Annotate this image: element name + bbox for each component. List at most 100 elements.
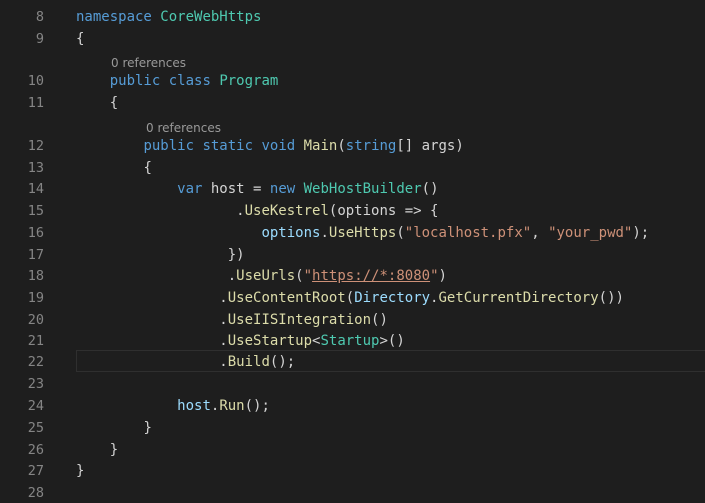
close-lambda: }) bbox=[227, 247, 245, 263]
code-line-19[interactable]: .UseContentRoot(Directory.GetCurrentDire… bbox=[76, 287, 624, 309]
dot: . bbox=[236, 203, 245, 219]
dot: . bbox=[219, 312, 228, 328]
code-line-20[interactable]: .UseIISIntegration() bbox=[76, 309, 388, 331]
code-line-21[interactable]: .UseStartup<Startup>() bbox=[76, 330, 405, 352]
url-link[interactable]: https://*:8080 bbox=[312, 268, 430, 284]
open-brace: { bbox=[109, 95, 119, 111]
line-number[interactable]: 8 bbox=[0, 7, 44, 27]
double-close-paren: ()) bbox=[598, 290, 624, 306]
codelens-method-references[interactable]: 0 references bbox=[146, 120, 221, 136]
code-line-10[interactable]: public class Program bbox=[76, 70, 279, 92]
close-paren-semicolon: ); bbox=[632, 225, 650, 241]
code-line-16[interactable]: options.UseHttps("localhost.pfx", "your_… bbox=[76, 222, 649, 244]
line-number[interactable]: 18 bbox=[0, 266, 44, 286]
line-number[interactable]: 16 bbox=[0, 223, 44, 243]
close-brace: } bbox=[109, 442, 119, 458]
string-pfx: "localhost.pfx" bbox=[404, 225, 532, 241]
type-startup: Startup bbox=[320, 333, 380, 349]
parens: () bbox=[371, 312, 388, 328]
line-number[interactable]: 25 bbox=[0, 418, 44, 438]
keyword-string: string bbox=[345, 138, 397, 154]
keyword-class: class bbox=[168, 73, 211, 89]
line-number[interactable]: 19 bbox=[0, 288, 44, 308]
line-number[interactable]: 28 bbox=[0, 483, 44, 503]
method-usestartup: UseStartup bbox=[227, 333, 313, 349]
line-number[interactable]: 14 bbox=[0, 179, 44, 199]
url-close-quote: " bbox=[430, 268, 439, 284]
keyword-public: public bbox=[109, 73, 161, 89]
line-number[interactable]: 17 bbox=[0, 245, 44, 265]
dot: . bbox=[320, 225, 329, 241]
line-number[interactable]: 23 bbox=[0, 374, 44, 394]
parens-semicolon: (); bbox=[269, 354, 296, 370]
line-number[interactable]: 10 bbox=[0, 71, 44, 91]
open-brace: { bbox=[143, 160, 152, 176]
method-getcurrentdirectory: GetCurrentDirectory bbox=[438, 290, 599, 306]
dot: . bbox=[219, 354, 228, 370]
code-line-24[interactable]: host.Run(); bbox=[76, 395, 270, 417]
url-open-quote: " bbox=[303, 268, 313, 284]
code-line-25[interactable]: } bbox=[76, 417, 151, 439]
method-usehttps: UseHttps bbox=[328, 225, 397, 241]
paren: ( bbox=[345, 290, 355, 306]
paren: ( bbox=[396, 225, 405, 241]
line-number[interactable]: 15 bbox=[0, 201, 44, 221]
dot: . bbox=[227, 268, 237, 284]
line-number[interactable]: 21 bbox=[0, 331, 44, 351]
code-line-12[interactable]: public static void Main(string[] args) bbox=[76, 135, 464, 157]
code-editor[interactable]: 8 9 10 11 12 13 14 15 16 17 18 19 20 21 22 23 24 25 26 27 28… bbox=[0, 0, 705, 501]
variable-host: host bbox=[177, 398, 211, 414]
close-brace: } bbox=[76, 463, 85, 479]
code-line-15[interactable]: .UseKestrel(options => { bbox=[76, 200, 438, 222]
line-number[interactable]: 11 bbox=[0, 93, 44, 113]
line-number[interactable]: 27 bbox=[0, 461, 44, 481]
code-line-27[interactable]: } bbox=[76, 460, 84, 482]
args-rest: [] args) bbox=[396, 138, 464, 154]
type-directory: Directory bbox=[354, 290, 431, 306]
open-brace: { bbox=[76, 31, 85, 47]
method-useiisintegration: UseIISIntegration bbox=[227, 312, 372, 328]
codelens-class-references[interactable]: 0 references bbox=[111, 55, 186, 71]
line-number[interactable]: 13 bbox=[0, 158, 44, 178]
code-line-11[interactable]: { bbox=[76, 92, 118, 114]
namespace-name: CoreWebHttps bbox=[160, 9, 262, 25]
code-line-14[interactable]: var host = new WebHostBuilder() bbox=[76, 178, 439, 200]
keyword-public: public bbox=[143, 138, 195, 154]
line-number[interactable]: 12 bbox=[0, 136, 44, 156]
close-paren: ) bbox=[438, 268, 447, 284]
code-line-17[interactable]: }) bbox=[76, 244, 245, 266]
parens: () bbox=[421, 181, 439, 197]
string-pwd: "your_pwd" bbox=[548, 225, 633, 241]
line-number[interactable]: 9 bbox=[0, 29, 44, 49]
code-line-9[interactable]: { bbox=[76, 28, 84, 50]
gt-parens: >() bbox=[379, 333, 405, 349]
code-line-26[interactable]: } bbox=[76, 439, 118, 461]
method-name-main: Main bbox=[303, 138, 338, 154]
code-line-13[interactable]: { bbox=[76, 157, 152, 179]
comma: , bbox=[531, 225, 549, 241]
class-name: Program bbox=[219, 73, 279, 89]
keyword-void: void bbox=[261, 138, 296, 154]
keyword-var: var bbox=[177, 181, 203, 197]
method-useurls: UseUrls bbox=[236, 268, 296, 284]
method-usecontentroot: UseContentRoot bbox=[227, 290, 346, 306]
parens-semicolon: (); bbox=[244, 398, 270, 414]
line-number[interactable]: 20 bbox=[0, 310, 44, 330]
method-run: Run bbox=[219, 398, 245, 414]
host-assign: host = bbox=[202, 181, 270, 197]
paren: ( bbox=[295, 268, 304, 284]
line-number[interactable]: 26 bbox=[0, 440, 44, 460]
keyword-namespace: namespace bbox=[76, 9, 152, 25]
keyword-static: static bbox=[202, 138, 254, 154]
type-webhostbuilder: WebHostBuilder bbox=[303, 181, 422, 197]
paren: ( bbox=[337, 138, 346, 154]
code-line-8[interactable]: namespace CoreWebHttps bbox=[76, 6, 261, 28]
dot: . bbox=[219, 333, 228, 349]
variable-options: options bbox=[261, 225, 321, 241]
line-number[interactable]: 24 bbox=[0, 396, 44, 416]
kestrel-args: (options => { bbox=[328, 203, 439, 219]
code-line-18[interactable]: .UseUrls("https://*:8080") bbox=[76, 265, 447, 287]
code-line-22[interactable]: .Build(); bbox=[76, 351, 295, 373]
method-build: Build bbox=[227, 354, 270, 370]
line-number[interactable]: 22 bbox=[0, 352, 44, 372]
